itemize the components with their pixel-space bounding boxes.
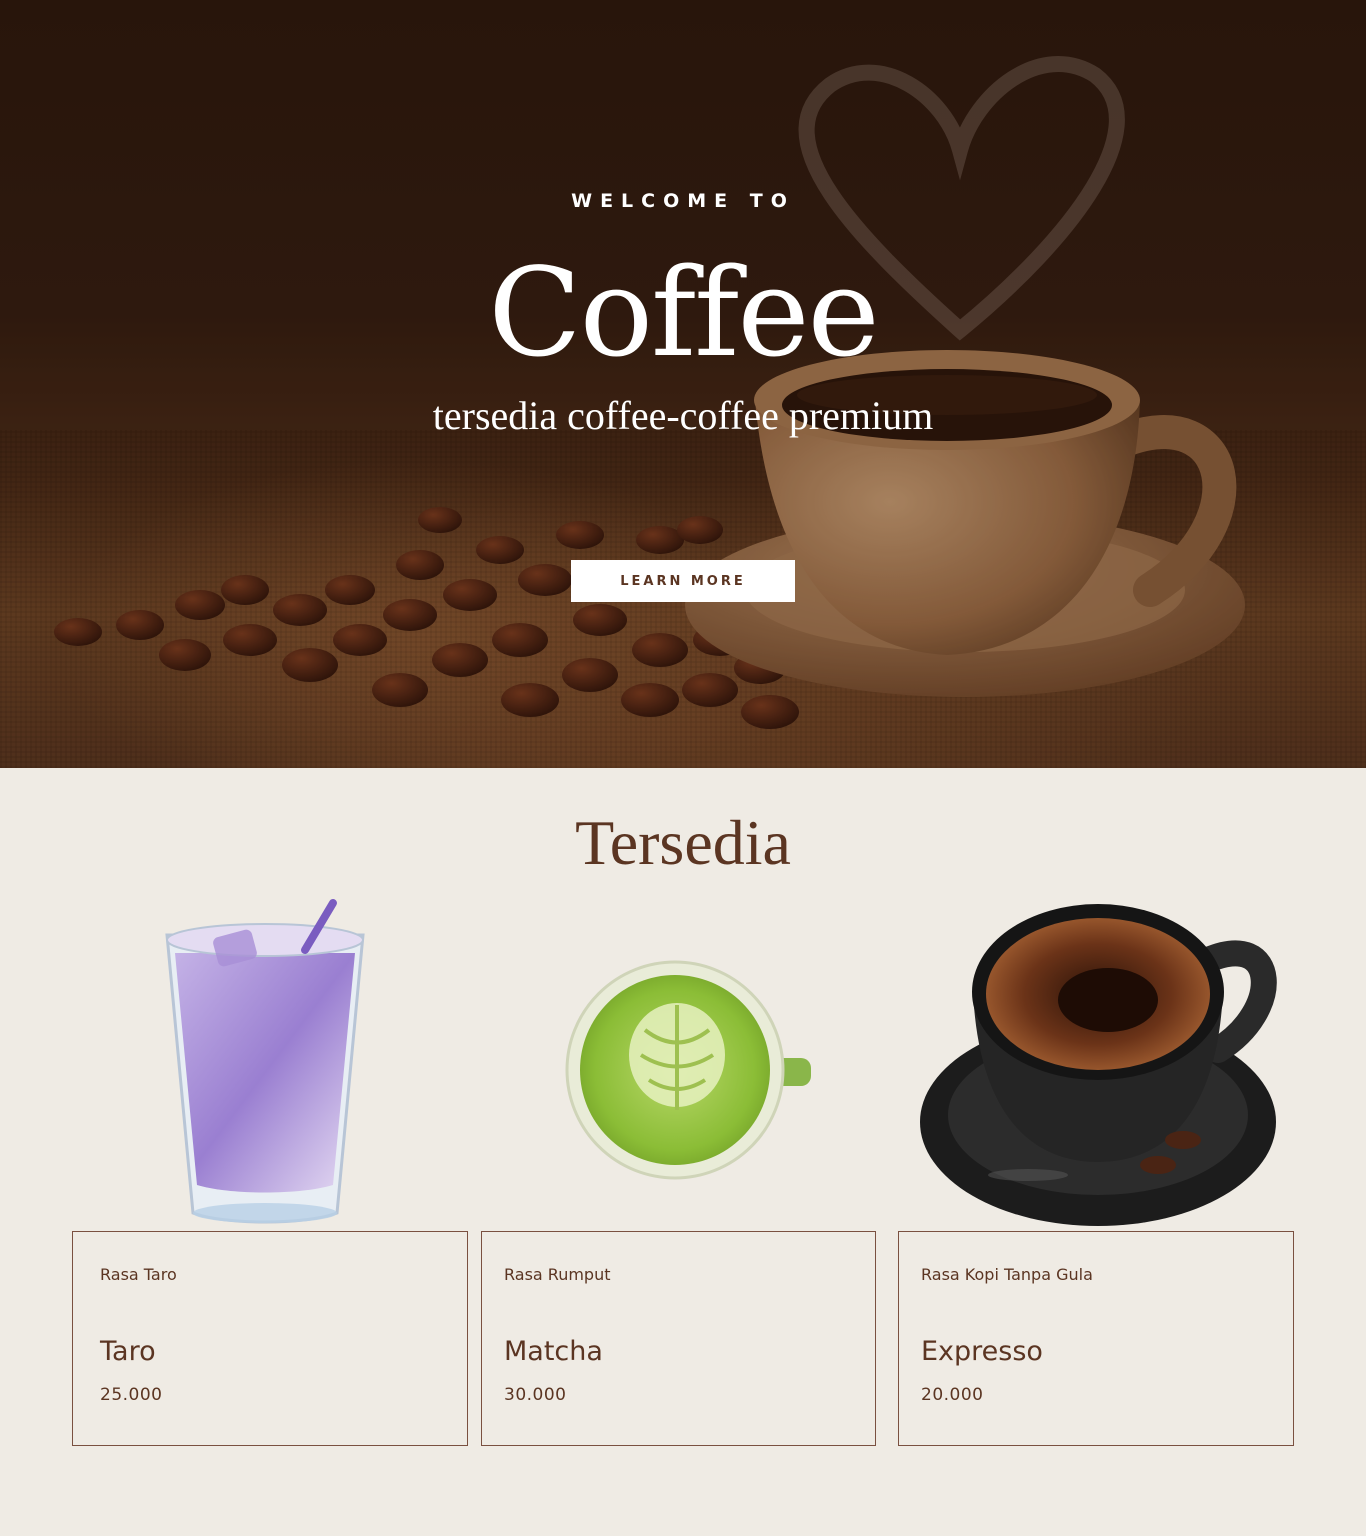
hero-coffee-illustration [0, 0, 1366, 768]
learn-more-button[interactable]: LEARN MORE [571, 560, 795, 602]
taro-drink-icon [165, 899, 365, 1224]
matcha-cup-icon [565, 960, 811, 1180]
product-price: 25.000 [100, 1385, 163, 1405]
product-card-expresso[interactable]: Rasa Kopi Tanpa Gula Expresso 20.000 [898, 1231, 1294, 1446]
hero-section: WELCOME TO Coffee tersedia coffee-coffee… [0, 0, 1366, 768]
product-price: 30.000 [504, 1385, 567, 1405]
product-name: Matcha [504, 1336, 603, 1367]
welcome-text: WELCOME TO [571, 190, 795, 212]
hero-subtitle: tersedia coffee-coffee premium [432, 393, 934, 438]
product-description: Rasa Rumput [504, 1265, 611, 1284]
product-card-matcha[interactable]: Rasa Rumput Matcha 30.000 [481, 1231, 876, 1446]
espresso-cup-icon [920, 904, 1277, 1226]
hero-title: Coffee [488, 242, 880, 384]
product-price: 20.000 [921, 1385, 984, 1405]
product-description: Rasa Taro [100, 1265, 177, 1284]
product-card-taro[interactable]: Rasa Taro Taro 25.000 [72, 1231, 468, 1446]
product-name: Taro [100, 1336, 156, 1367]
product-description: Rasa Kopi Tanpa Gula [921, 1265, 1093, 1284]
section-title: Tersedia [575, 807, 791, 878]
product-name: Expresso [921, 1336, 1043, 1367]
